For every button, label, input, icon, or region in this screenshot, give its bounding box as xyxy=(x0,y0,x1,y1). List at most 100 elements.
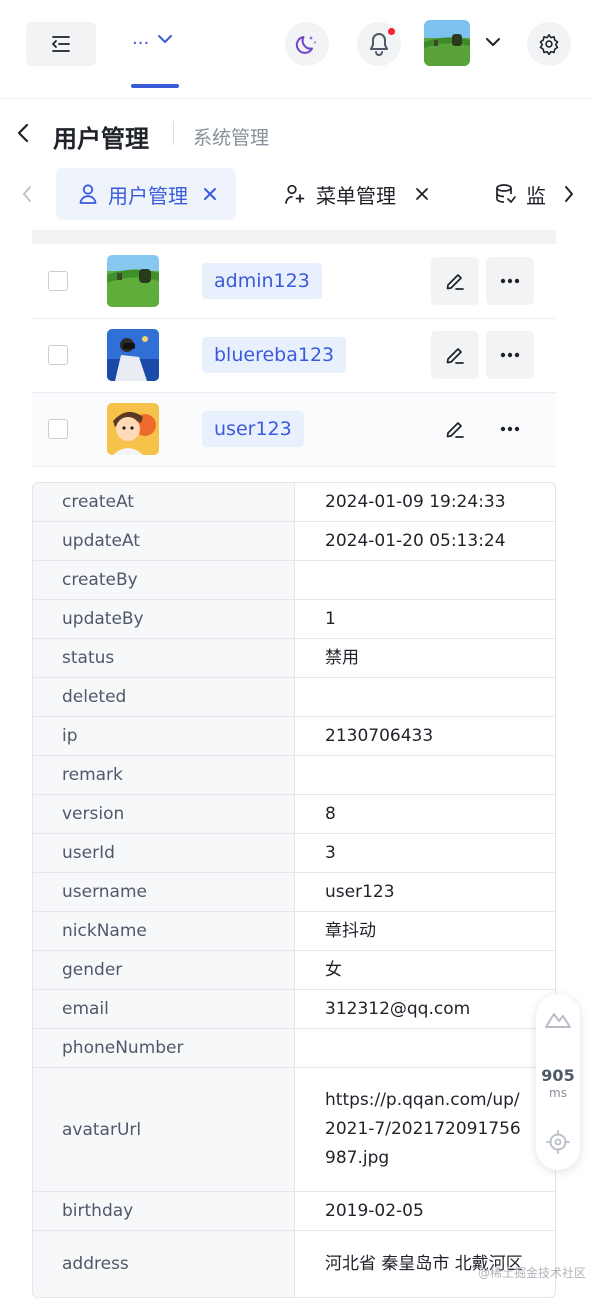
performance-monitor[interactable]: 905 ms xyxy=(536,994,580,1170)
tab-monitor[interactable]: 监 xyxy=(494,168,546,220)
breadcrumb-more[interactable]: ... xyxy=(132,28,173,49)
detail-label: username xyxy=(33,873,295,911)
detail-row: version 8 xyxy=(33,795,555,834)
detail-value: 2024-01-09 19:24:33 xyxy=(325,491,506,512)
detail-label: birthday xyxy=(33,1192,295,1230)
detail-label: address xyxy=(33,1231,295,1297)
detail-value xyxy=(295,1029,555,1067)
settings-button[interactable] xyxy=(527,22,571,66)
detail-label: updateBy xyxy=(33,600,295,638)
edit-button[interactable] xyxy=(431,257,479,305)
edit-button[interactable] xyxy=(431,405,479,453)
detail-label: ip xyxy=(33,717,295,755)
theme-toggle-button[interactable] xyxy=(285,22,329,66)
more-dots-icon xyxy=(500,352,520,358)
detail-row: userId 3 xyxy=(33,834,555,873)
table-row: admin123 xyxy=(32,245,556,319)
table-header xyxy=(32,230,556,244)
row-avatar xyxy=(107,255,159,307)
tab-label: 监 xyxy=(526,183,546,208)
gear-icon xyxy=(539,34,559,55)
username-tag[interactable]: bluereba123 xyxy=(202,337,347,373)
detail-row: address 河北省 秦皇岛市 北戴河区 xyxy=(33,1231,555,1297)
tab-menu-management[interactable]: 菜单管理 xyxy=(284,168,430,220)
detail-row: ip 2130706433 xyxy=(33,717,555,756)
row-checkbox[interactable] xyxy=(48,419,68,439)
response-time-unit: ms xyxy=(549,1086,567,1100)
landscape-avatar-image xyxy=(424,20,470,66)
more-actions-button[interactable] xyxy=(486,331,534,379)
detail-label: phoneNumber xyxy=(33,1029,295,1067)
detail-label: deleted xyxy=(33,678,295,716)
page-subtitle: 系统管理 xyxy=(193,127,270,149)
detail-value xyxy=(295,756,555,794)
watermark-text: @稀土掘金技术社区 xyxy=(478,1266,587,1280)
notification-button[interactable] xyxy=(357,22,401,66)
edit-button[interactable] xyxy=(431,331,479,379)
crosshair-icon[interactable] xyxy=(546,1130,570,1154)
bell-icon xyxy=(370,33,388,56)
detail-row: avatarUrl https://p.qqan.com/up/2021-7/2… xyxy=(33,1068,555,1192)
menu-fold-icon xyxy=(52,36,70,52)
tab-label: 用户管理 xyxy=(108,183,188,208)
response-time-value: 905 xyxy=(541,1066,575,1085)
detail-label: createAt xyxy=(33,483,295,521)
detail-row: createBy xyxy=(33,561,555,600)
detail-label: version xyxy=(33,795,295,833)
row-checkbox[interactable] xyxy=(48,271,68,291)
detail-label: gender xyxy=(33,951,295,989)
user-icon xyxy=(79,184,97,204)
edit-pen-icon xyxy=(446,348,464,364)
detail-row: remark xyxy=(33,756,555,795)
tab-scroll-left-icon[interactable] xyxy=(20,184,34,204)
username-tag[interactable]: user123 xyxy=(202,411,304,447)
detail-value: https://p.qqan.com/up/2021-7/20217209175… xyxy=(325,1090,521,1168)
detail-value: 2019-02-05 xyxy=(325,1200,424,1221)
page-header: 用户管理 系统管理 xyxy=(0,98,594,169)
tab-user-management[interactable]: 用户管理 xyxy=(56,168,236,220)
top-bar: ... xyxy=(0,0,594,92)
more-dots-icon xyxy=(500,278,520,284)
detail-label: createBy xyxy=(33,561,295,599)
moon-stars-icon xyxy=(295,36,317,54)
detail-value: 1 xyxy=(325,608,336,629)
username-tag[interactable]: admin123 xyxy=(202,263,322,299)
close-icon[interactable] xyxy=(202,186,218,202)
detail-value xyxy=(295,561,555,599)
back-arrow-icon[interactable] xyxy=(16,123,30,143)
database-icon xyxy=(496,184,516,204)
user-detail-table: createAt 2024-01-09 19:24:33 updateAt 20… xyxy=(32,482,556,1298)
notification-dot xyxy=(388,28,395,35)
detail-row: updateBy 1 xyxy=(33,600,555,639)
detail-label: updateAt xyxy=(33,522,295,560)
detail-row: createAt 2024-01-09 19:24:33 xyxy=(33,483,555,522)
user-avatar[interactable] xyxy=(424,20,470,66)
detail-row: updateAt 2024-01-20 05:13:24 xyxy=(33,522,555,561)
detail-value: 312312@qq.com xyxy=(325,998,471,1019)
detail-label: nickName xyxy=(33,912,295,950)
detail-row: gender 女 xyxy=(33,951,555,990)
table-row: user123 xyxy=(32,393,556,467)
photographer-avatar-image xyxy=(107,329,159,381)
detail-label: userId xyxy=(33,834,295,872)
detail-row: phoneNumber xyxy=(33,1029,555,1068)
detail-value: 2024-01-20 05:13:24 xyxy=(325,530,506,551)
row-checkbox[interactable] xyxy=(48,345,68,365)
tab-scroll-right-icon[interactable] xyxy=(562,184,576,204)
more-actions-button[interactable] xyxy=(486,405,534,453)
detail-value: 2130706433 xyxy=(325,725,434,746)
menu-toggle-button[interactable] xyxy=(26,22,96,66)
row-avatar xyxy=(107,329,159,381)
page-title: 用户管理 xyxy=(53,125,149,153)
table-row: bluereba123 xyxy=(32,319,556,393)
close-icon[interactable] xyxy=(414,186,430,202)
more-actions-button[interactable] xyxy=(486,257,534,305)
breadcrumb-more-label: ... xyxy=(132,28,150,49)
tab-bar: 用户管理 菜单管理 监 xyxy=(0,166,594,224)
chevron-down-icon[interactable] xyxy=(484,36,502,48)
detail-value xyxy=(295,678,555,716)
detail-value: 8 xyxy=(325,803,336,824)
detail-label: avatarUrl xyxy=(33,1068,295,1191)
detail-row: birthday 2019-02-05 xyxy=(33,1192,555,1231)
detail-value: 章抖动 xyxy=(325,920,376,941)
